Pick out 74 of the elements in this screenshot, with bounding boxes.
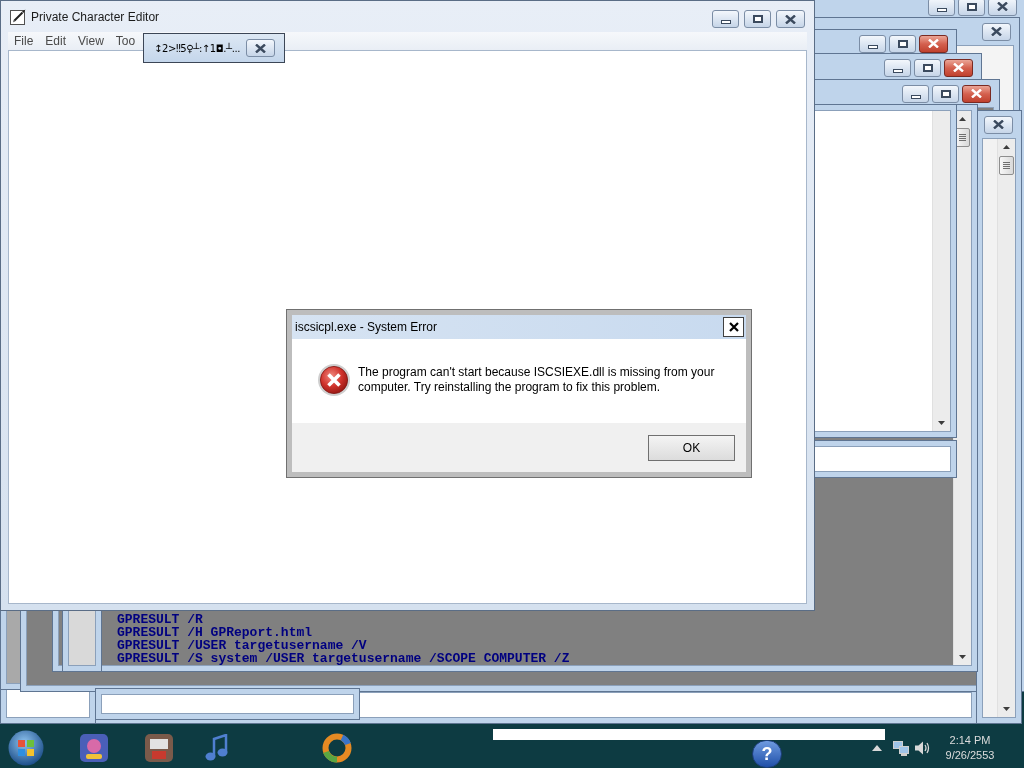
maximize-button[interactable] bbox=[889, 34, 916, 53]
clock-date: 9/26/2553 bbox=[945, 748, 995, 763]
close-icon bbox=[785, 14, 796, 24]
window-title: Private Character Editor bbox=[31, 8, 160, 26]
speaker-icon[interactable] bbox=[914, 740, 930, 756]
console-line: GPRESULT /H GPReport.html bbox=[117, 626, 313, 639]
close-button[interactable] bbox=[723, 317, 744, 337]
minimize-icon bbox=[892, 68, 903, 73]
scroll-up-arrow-icon bbox=[959, 117, 966, 121]
close-icon bbox=[928, 39, 939, 48]
clock-time: 2:14 PM bbox=[949, 733, 991, 748]
menu-item[interactable]: View bbox=[72, 33, 110, 49]
close-button[interactable] bbox=[246, 39, 276, 57]
console-line: GPRESULT /USER targetusername /V bbox=[117, 639, 367, 652]
maximize-icon bbox=[922, 63, 933, 72]
grip-icon bbox=[1003, 162, 1010, 169]
scroll-down-arrow-icon bbox=[938, 421, 945, 425]
maximize-button[interactable] bbox=[958, 0, 985, 16]
close-icon bbox=[991, 27, 1002, 36]
minimize-button[interactable] bbox=[712, 10, 739, 28]
minimize-button[interactable] bbox=[928, 0, 955, 16]
close-button[interactable] bbox=[776, 10, 805, 28]
scrollbar[interactable] bbox=[997, 139, 1015, 717]
console-line: GPRESULT /S system /USER targetusername /SCOPE COMPUTER /Z bbox=[117, 652, 570, 665]
error-message: The program can't start because ISCSIEXE.dll is missing from your computer. Try reinstalling the program to fix this problem. bbox=[358, 364, 716, 395]
music-note-icon[interactable] bbox=[205, 734, 228, 762]
scroll-thumb[interactable] bbox=[999, 156, 1014, 175]
maximize-button[interactable] bbox=[932, 84, 959, 103]
start-orb-icon[interactable] bbox=[8, 730, 44, 766]
minimize-button[interactable] bbox=[902, 84, 929, 103]
close-icon bbox=[971, 89, 982, 98]
close-button[interactable] bbox=[984, 115, 1013, 134]
ring-icon[interactable] bbox=[322, 733, 352, 763]
minimize-icon bbox=[867, 44, 878, 49]
caret-up-icon[interactable] bbox=[872, 745, 882, 751]
close-icon bbox=[728, 322, 739, 332]
grip-icon bbox=[959, 134, 966, 141]
maximize-icon bbox=[966, 2, 977, 11]
console-line: GPRESULT /R bbox=[117, 613, 203, 626]
scroll-down-arrow-icon bbox=[1003, 707, 1010, 711]
error-icon bbox=[318, 364, 350, 396]
minimize-button[interactable] bbox=[884, 58, 911, 77]
maximize-button[interactable] bbox=[744, 10, 771, 28]
glyph-string: ↕2>‼5♀┴:↑1◘.┴... bbox=[154, 41, 241, 56]
maximize-icon bbox=[752, 15, 763, 23]
close-button[interactable] bbox=[962, 84, 991, 103]
close-icon bbox=[993, 120, 1004, 129]
close-button[interactable] bbox=[944, 58, 973, 77]
minimize-button[interactable] bbox=[859, 34, 886, 53]
help-button[interactable]: ? bbox=[752, 740, 782, 768]
menu-item[interactable]: Edit bbox=[39, 33, 73, 49]
dialog-title: iscsicpl.exe - System Error bbox=[295, 319, 438, 336]
minimize-icon bbox=[720, 20, 731, 24]
minimize-icon bbox=[936, 7, 947, 12]
pen-icon bbox=[10, 8, 26, 25]
app-icon[interactable] bbox=[80, 734, 108, 762]
dialog-button[interactable]: OK bbox=[648, 434, 735, 461]
scrollbar[interactable] bbox=[932, 111, 950, 431]
maximize-icon bbox=[940, 89, 951, 98]
minimize-icon bbox=[910, 94, 921, 99]
menu-item[interactable]: Too bbox=[109, 33, 142, 49]
close-button[interactable] bbox=[919, 34, 948, 53]
maximize-icon bbox=[897, 39, 908, 48]
close-button[interactable] bbox=[982, 22, 1011, 41]
close-icon bbox=[953, 63, 964, 72]
menu-item[interactable]: File bbox=[8, 33, 40, 49]
scroll-down-arrow-icon bbox=[959, 655, 966, 659]
network-icon[interactable] bbox=[893, 740, 909, 756]
app-icon[interactable] bbox=[145, 734, 173, 762]
scroll-up-arrow-icon bbox=[1003, 145, 1010, 149]
close-icon bbox=[997, 2, 1008, 11]
close-icon bbox=[255, 43, 267, 53]
maximize-button[interactable] bbox=[914, 58, 941, 77]
close-button[interactable] bbox=[988, 0, 1017, 16]
